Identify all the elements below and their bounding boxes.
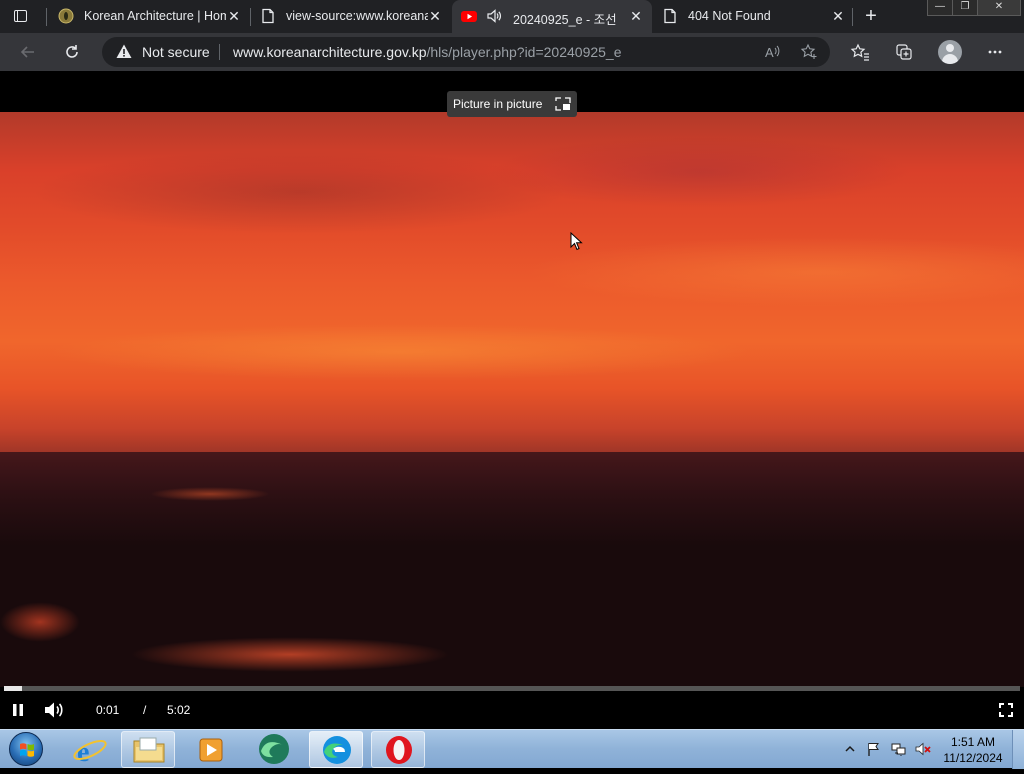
- start-button[interactable]: [4, 730, 48, 769]
- taskbar-opera[interactable]: [371, 731, 425, 768]
- taskbar-internet-explorer[interactable]: e: [63, 731, 117, 768]
- close-window-button[interactable]: ✕: [977, 0, 1021, 16]
- progress-bar[interactable]: [4, 686, 1020, 691]
- edge-icon: [323, 736, 351, 764]
- edge-beta-icon: [259, 734, 289, 764]
- back-button[interactable]: [18, 42, 38, 62]
- network-icon[interactable]: [891, 741, 907, 757]
- url-text[interactable]: www.koreanarchitecture.gov.kp/hls/player…: [233, 44, 622, 60]
- pause-icon[interactable]: [11, 703, 25, 717]
- svg-text:e: e: [77, 737, 89, 768]
- url-host: www.koreanarchitecture.gov.kp: [233, 44, 427, 60]
- tab-close-icon[interactable]: ✕: [226, 8, 242, 24]
- tab-title: Korean Architecture | Hom: [84, 9, 226, 23]
- folder-icon: [133, 737, 165, 763]
- picture-in-picture-icon: [555, 97, 571, 111]
- video-player[interactable]: Picture in picture 0:01 / 5:02: [0, 71, 1024, 729]
- tab-title: 404 Not Found: [688, 9, 771, 23]
- windows-taskbar: e 1:51 AM 11/12/2024: [0, 729, 1024, 769]
- speaker-icon[interactable]: [486, 8, 502, 24]
- profile-avatar[interactable]: [938, 40, 962, 64]
- time-separator: /: [143, 703, 147, 717]
- tab-close-icon[interactable]: ✕: [830, 8, 846, 24]
- clock-date[interactable]: 11/12/2024: [940, 751, 1006, 765]
- tab-actions-menu-icon[interactable]: [12, 8, 30, 24]
- restore-button[interactable]: ❐: [952, 0, 978, 16]
- taskbar-edge-beta[interactable]: [247, 731, 301, 768]
- page-icon: [262, 8, 274, 24]
- opera-icon: [386, 736, 412, 764]
- pip-label: Picture in picture: [453, 97, 543, 111]
- video-frame[interactable]: [0, 112, 1024, 687]
- svg-text:A: A: [765, 45, 774, 60]
- browser-toolbar: Not secure www.koreanarchitecture.gov.kp…: [0, 33, 1024, 71]
- internet-explorer-icon: e: [73, 737, 107, 768]
- settings-more-button[interactable]: [985, 42, 1005, 62]
- youtube-icon: [461, 11, 477, 22]
- windows-logo-icon: [9, 732, 43, 766]
- volume-muted-icon[interactable]: [915, 741, 931, 757]
- omnibox-separator: [219, 44, 220, 60]
- tab-separator: [46, 8, 47, 26]
- collections-icon: [896, 44, 912, 60]
- duration: 5:02: [167, 703, 191, 717]
- tab-title: view-source:www.koreana: [286, 9, 428, 23]
- read-aloud-icon[interactable]: A: [764, 43, 782, 61]
- tab-separator: [852, 8, 853, 26]
- taskbar-edge[interactable]: [309, 731, 363, 768]
- url-path: /hls/player.php?id=20240925_e: [426, 44, 622, 60]
- fullscreen-icon[interactable]: [999, 703, 1013, 717]
- clock-time[interactable]: 1:51 AM: [943, 735, 1003, 749]
- add-favorite-icon[interactable]: [800, 43, 818, 61]
- current-time: 0:01: [96, 703, 120, 717]
- tab-korean-architecture[interactable]: Korean Architecture | Hom ✕: [48, 0, 250, 33]
- tab-404[interactable]: 404 Not Found ✕: [652, 0, 852, 33]
- new-tab-button[interactable]: +: [861, 6, 881, 26]
- reload-icon: [66, 45, 78, 58]
- back-arrow-icon: [20, 46, 34, 58]
- show-desktop-button[interactable]: [1012, 730, 1024, 769]
- warning-icon[interactable]: [116, 44, 132, 59]
- tab-video-player[interactable]: 20240925_e - 조선 ✕: [452, 0, 652, 33]
- tab-close-icon[interactable]: ✕: [427, 8, 443, 24]
- reload-button[interactable]: [62, 42, 82, 62]
- taskbar-file-explorer[interactable]: [121, 731, 175, 768]
- favorites-icon: [850, 43, 869, 61]
- more-icon: [988, 50, 1002, 54]
- tab-title: 20240925_e - 조선: [513, 13, 617, 27]
- favorites-button[interactable]: [850, 42, 870, 62]
- action-center-flag-icon[interactable]: [866, 741, 882, 757]
- tab-close-icon[interactable]: ✕: [628, 8, 644, 24]
- browser-tab-strip: Korean Architecture | Hom ✕ view-source:…: [0, 0, 1024, 33]
- address-bar[interactable]: Not secure www.koreanarchitecture.gov.kp…: [102, 37, 830, 67]
- security-status[interactable]: Not secure: [142, 44, 210, 60]
- minimize-button[interactable]: —: [927, 0, 953, 16]
- tab-view-source[interactable]: view-source:www.koreana ✕: [250, 0, 452, 33]
- show-hidden-icons-icon[interactable]: [844, 741, 856, 757]
- taskbar-media-player[interactable]: [184, 731, 238, 768]
- picture-in-picture-button[interactable]: Picture in picture: [447, 91, 577, 117]
- mouse-cursor-icon: [570, 232, 583, 251]
- page-icon: [664, 8, 676, 24]
- media-player-icon: [199, 738, 223, 762]
- collections-button[interactable]: [894, 42, 914, 62]
- emblem-icon: [58, 8, 74, 24]
- volume-icon[interactable]: [44, 701, 64, 719]
- progress-fill: [4, 686, 23, 691]
